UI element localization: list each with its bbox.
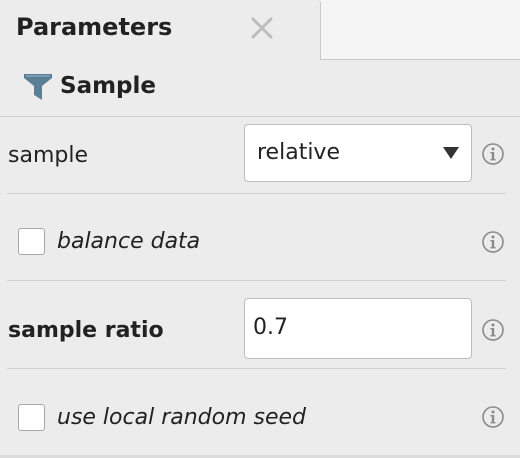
tab-title: Parameters: [16, 13, 173, 41]
info-icon[interactable]: [481, 142, 505, 166]
tab-strip: Parameters: [0, 0, 520, 60]
operator-title: Sample: [60, 73, 156, 99]
param-label-balance-data: balance data: [57, 229, 201, 254]
balance-data-checkbox[interactable]: [18, 228, 45, 255]
filter-icon: [22, 71, 54, 103]
close-icon[interactable]: [248, 14, 276, 42]
info-icon[interactable]: [481, 318, 505, 342]
param-row-balance-data: balance data: [0, 194, 520, 280]
use-local-random-seed-checkbox[interactable]: [18, 404, 45, 431]
parameters-panel: Parameters Sample sample relative balanc…: [0, 0, 520, 458]
sample-ratio-field[interactable]: [244, 298, 472, 359]
chevron-down-icon: [443, 147, 459, 159]
param-row-sample: sample relative: [0, 117, 520, 193]
sample-ratio-input[interactable]: [253, 315, 453, 340]
param-label-use-local-random-seed: use local random seed: [57, 405, 307, 430]
param-row-use-local-random-seed: use local random seed: [0, 369, 520, 455]
tab-parameters[interactable]: Parameters: [0, 0, 321, 60]
param-row-sample-ratio: sample ratio: [0, 281, 520, 368]
info-icon[interactable]: [481, 230, 505, 254]
operator-header: Sample: [0, 60, 520, 117]
sample-select[interactable]: relative: [244, 124, 472, 182]
sample-select-value: relative: [257, 140, 340, 165]
info-icon[interactable]: [481, 405, 505, 429]
param-label-sample-ratio: sample ratio: [8, 318, 164, 343]
param-label-sample: sample: [8, 143, 88, 168]
